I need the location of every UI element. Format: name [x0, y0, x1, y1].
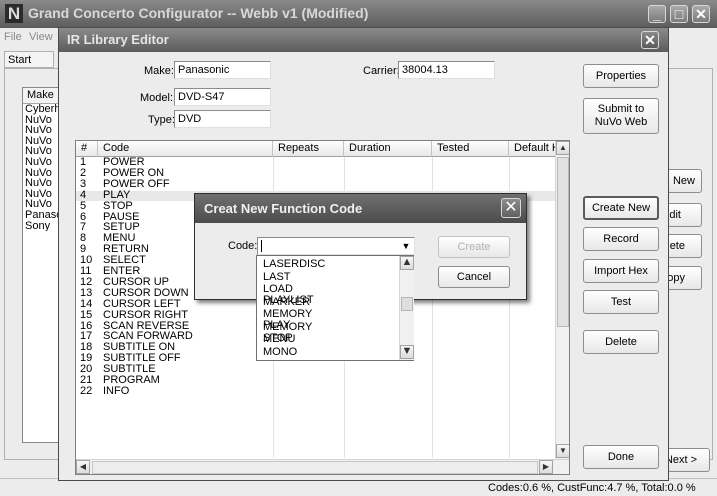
table-header: # Code Repeats Duration Tested Default K — [76, 141, 556, 157]
make-list-item[interactable]: NuVo — [23, 115, 61, 126]
dropdown-option[interactable]: LASERDISC — [263, 259, 325, 270]
code-label: Code: — [228, 240, 258, 252]
make-list-item[interactable]: Panasc — [23, 210, 61, 221]
main-title-bar: N Grand Concerto Configurator -- Webb v1… — [0, 0, 717, 28]
make-list-item[interactable]: NuVo — [23, 189, 61, 200]
make-list-item[interactable]: NuVo — [23, 125, 61, 136]
delete-button[interactable]: Delete — [583, 330, 659, 354]
start-tab[interactable]: Start — [4, 51, 54, 68]
col-header-repeats[interactable]: Repeats — [273, 141, 344, 157]
status-text: Codes:0.6 %, CustFunc:4.7 %, Total:0.0 % — [488, 482, 696, 494]
make-list-item[interactable]: Cyberh — [23, 104, 61, 115]
dropdown-option[interactable]: MENU — [263, 334, 295, 345]
make-list-item[interactable]: NuVo — [23, 199, 61, 210]
model-field[interactable]: DVD-S47 — [174, 88, 271, 106]
col-header-code[interactable]: Code — [98, 141, 273, 157]
row-number: 22 — [80, 384, 93, 397]
create-new-button[interactable]: Create New — [583, 196, 659, 220]
col-header-default-key[interactable]: Default K — [509, 141, 556, 157]
dropdown-scroll-up-icon[interactable]: ▲ — [400, 256, 414, 270]
hscroll-thumb[interactable] — [92, 461, 538, 474]
dialog-title: Creat New Function Code — [204, 201, 363, 216]
dropdown-option[interactable]: MARKER — [263, 296, 310, 308]
submit-to-nuvo-web-button[interactable]: Submit to NuVo Web — [583, 98, 659, 134]
table-row[interactable]: 21 PROGRAM — [76, 374, 556, 386]
code-combobox[interactable]: ▼ — [257, 237, 415, 255]
make-list: Make Cyberh NuVo NuVo NuVo NuVo NuVo NuVo NuVo N… — [22, 87, 62, 443]
scroll-thumb[interactable] — [557, 157, 569, 327]
dropdown-scroll-thumb[interactable] — [401, 297, 413, 311]
make-list-header: Make — [23, 88, 61, 104]
scroll-up-icon[interactable]: ▲ — [556, 141, 569, 155]
table-horizontal-scrollbar[interactable]: ◀ ▶ — [76, 459, 569, 474]
create-button[interactable]: Create — [438, 236, 510, 258]
editor-title: IR Library Editor — [67, 32, 169, 47]
col-header-number[interactable]: # — [76, 141, 98, 157]
carrier-field[interactable]: 38004.13 — [398, 61, 495, 79]
menu-file[interactable]: File — [4, 31, 22, 43]
chevron-down-icon[interactable]: ▼ — [398, 238, 414, 254]
main-close-button[interactable]: ✕ — [692, 5, 710, 23]
dialog-close-button[interactable]: ✕ — [501, 198, 521, 218]
make-field[interactable]: Panasonic — [174, 61, 271, 79]
import-hex-button[interactable]: Import Hex — [583, 259, 659, 283]
dialog-title-bar: Creat New Function Code ✕ — [195, 194, 526, 223]
col-header-duration[interactable]: Duration — [344, 141, 432, 157]
main-minimize-button[interactable]: _ — [648, 5, 666, 23]
scroll-left-icon[interactable]: ◀ — [76, 460, 90, 474]
make-list-item[interactable]: NuVo — [23, 146, 61, 157]
dropdown-scroll-down-icon[interactable]: ▼ — [400, 345, 414, 359]
dropdown-option[interactable]: LAST — [263, 271, 291, 283]
menu-view[interactable]: View — [29, 31, 53, 43]
scroll-right-icon[interactable]: ▶ — [539, 460, 553, 474]
code-dropdown-list: LASERDISC LAST LOAD PLAYLIST MARKER MEMORY P… — [256, 255, 414, 361]
make-list-item[interactable]: NuVo — [23, 168, 61, 179]
app-logo-icon: N — [5, 4, 23, 23]
row-code: INFO — [103, 384, 130, 397]
make-list-item[interactable]: NuVo — [23, 157, 61, 168]
cancel-button[interactable]: Cancel — [438, 266, 510, 288]
dropdown-scrollbar[interactable]: ▲ ▼ — [399, 256, 414, 360]
make-list-item[interactable]: NuVo — [23, 136, 61, 147]
main-window-title: Grand Concerto Configurator -- Webb v1 (… — [28, 5, 369, 21]
type-label: Type: — [148, 114, 175, 126]
editor-close-button[interactable]: ✕ — [641, 31, 659, 49]
test-button[interactable]: Test — [583, 290, 659, 314]
main-maximize-button[interactable]: □ — [670, 5, 688, 23]
editor-title-bar: IR Library Editor ✕ — [59, 28, 668, 52]
col-header-tested[interactable]: Tested — [432, 141, 509, 157]
make-label: Make: — [144, 65, 174, 77]
record-button[interactable]: Record — [583, 227, 659, 251]
make-list-item[interactable]: Sony — [23, 221, 61, 232]
table-row[interactable]: 22 INFO — [76, 384, 556, 397]
table-vertical-scrollbar[interactable]: ▲ ▼ — [555, 141, 569, 459]
model-label: Model: — [140, 92, 174, 104]
carrier-label: Carrier: — [363, 65, 400, 77]
text-caret — [261, 240, 262, 252]
table-row[interactable]: 3 POWER OFF — [76, 178, 556, 190]
properties-button[interactable]: Properties — [583, 64, 659, 88]
type-field[interactable]: DVD — [174, 110, 271, 128]
dropdown-option[interactable]: MONO — [263, 346, 297, 358]
done-button[interactable]: Done — [583, 445, 659, 469]
make-list-item[interactable]: NuVo — [23, 178, 61, 189]
scroll-down-icon[interactable]: ▼ — [556, 444, 569, 458]
